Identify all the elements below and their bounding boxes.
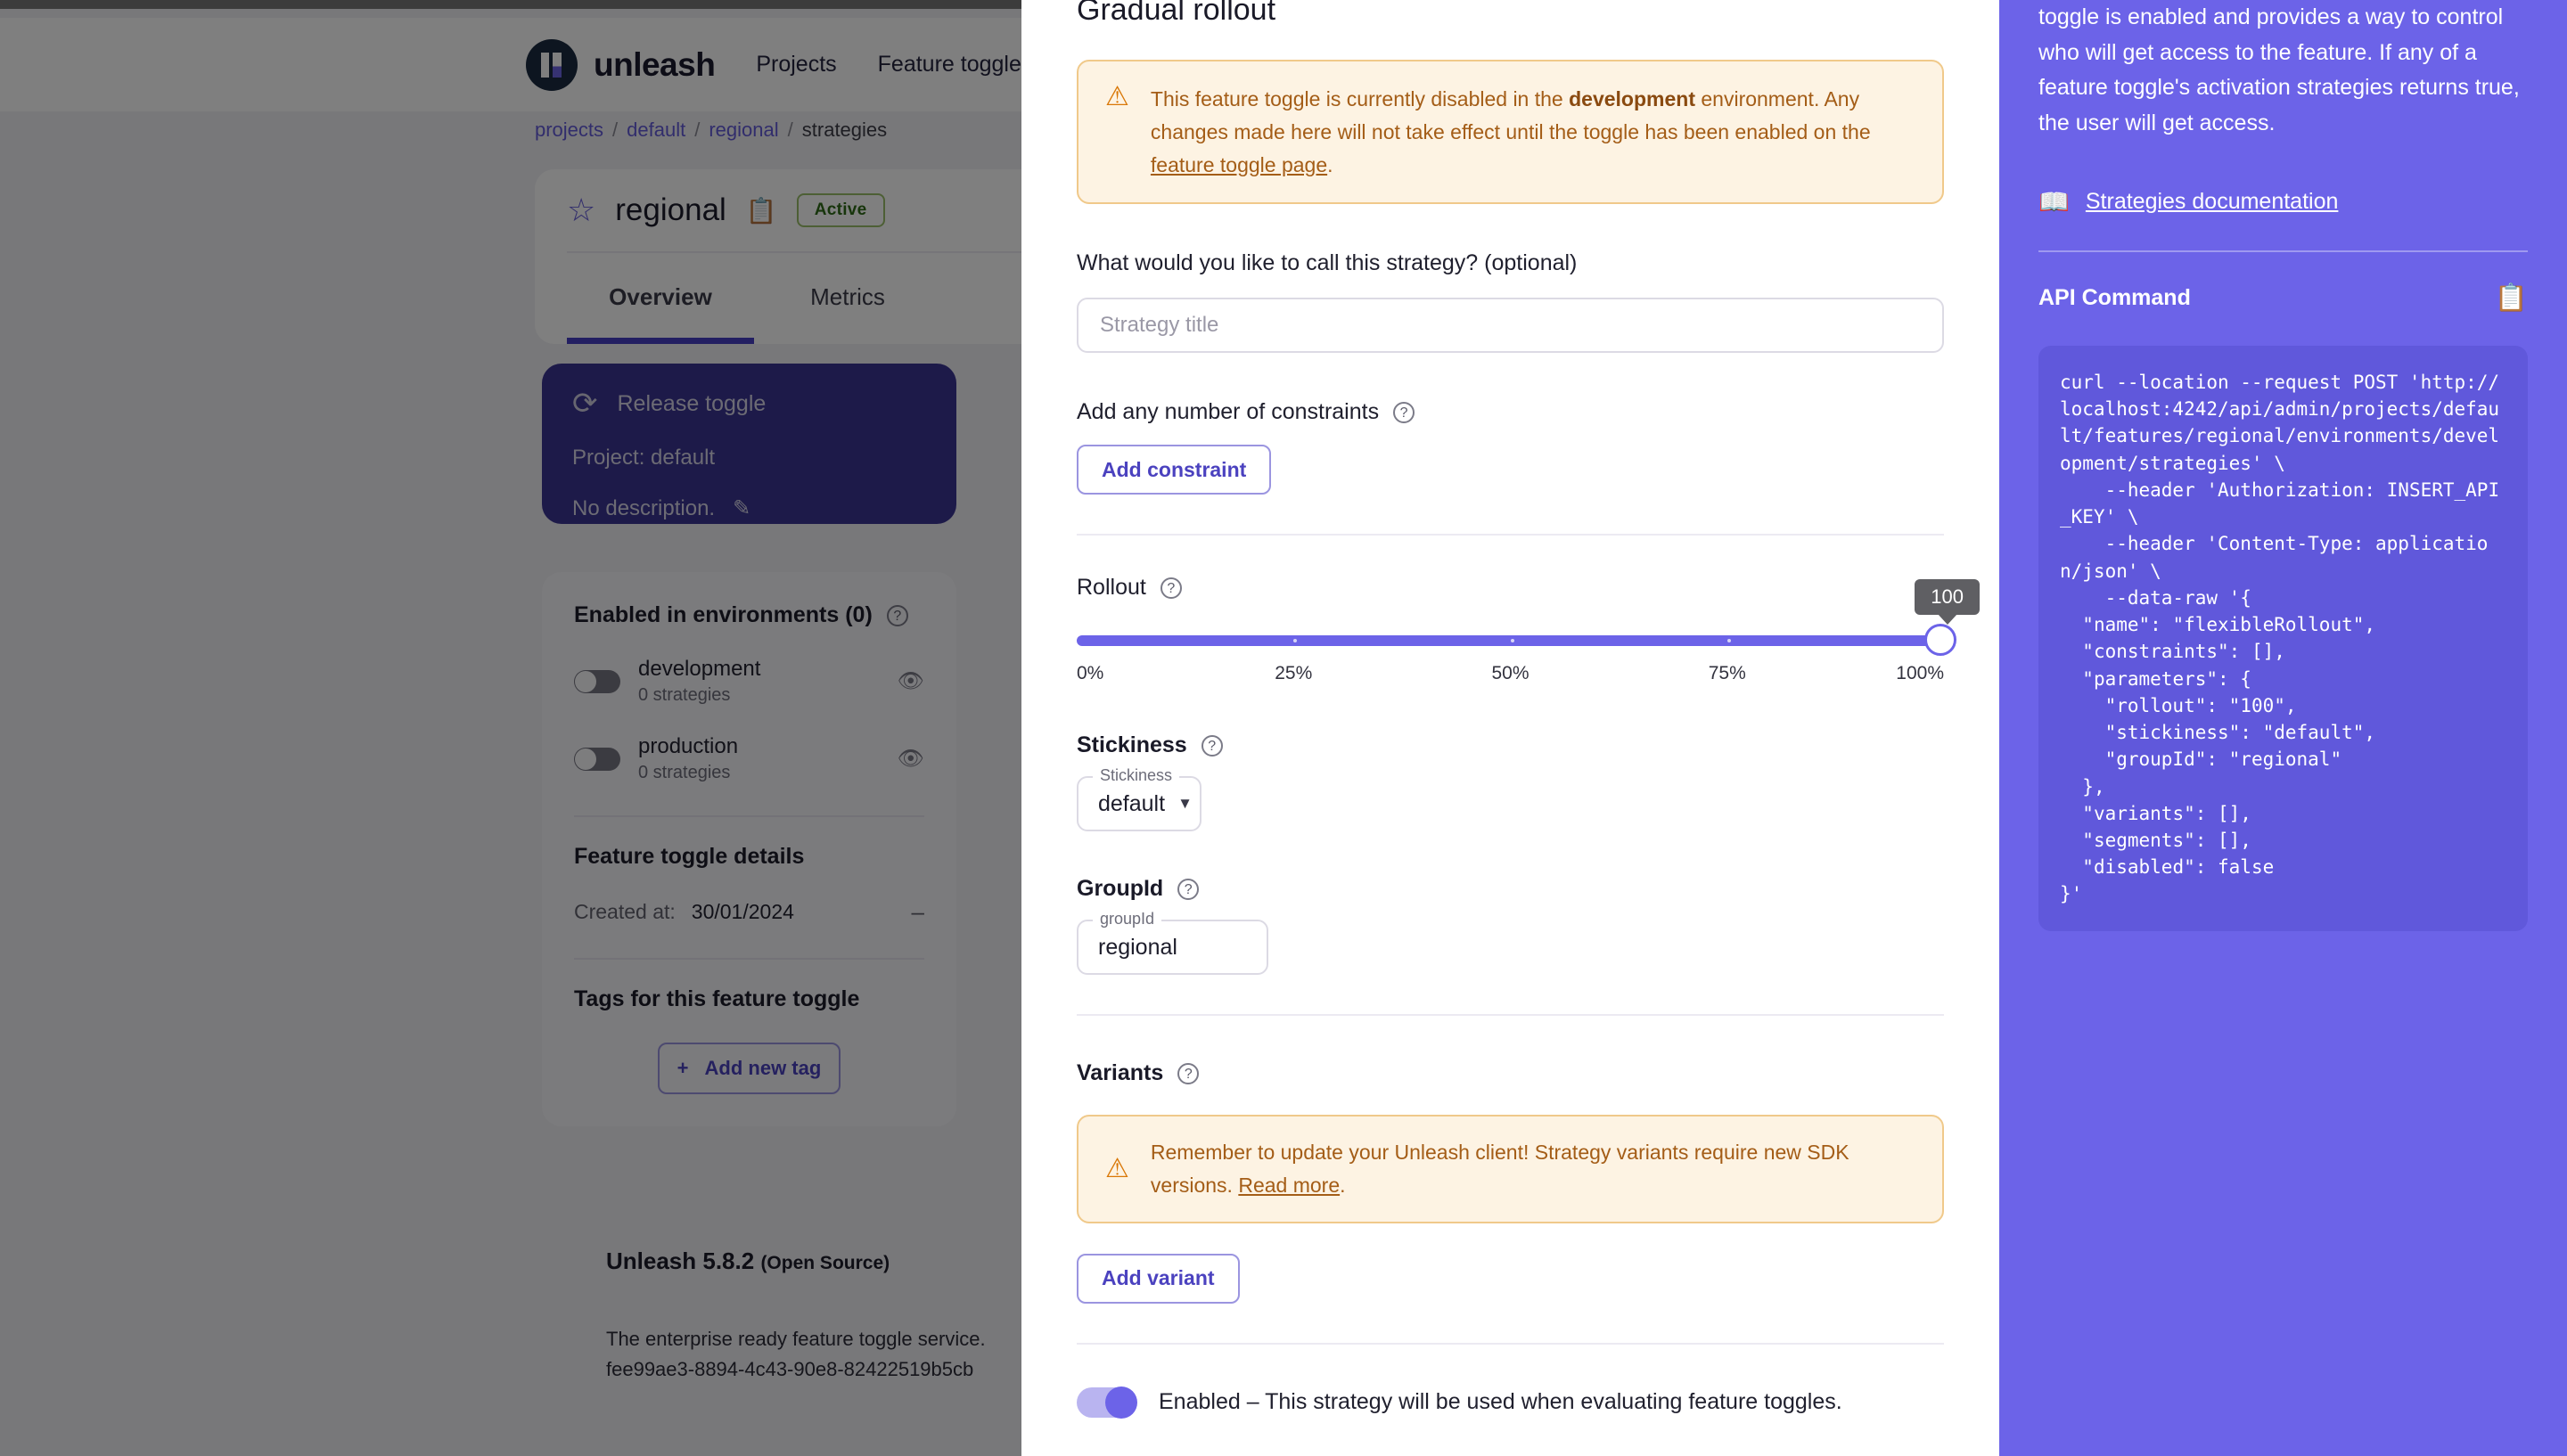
rollout-label: Rollout ?: [1077, 575, 1944, 601]
strategies-documentation-row[interactable]: 📖 Strategies documentation: [2038, 187, 2528, 217]
divider: [1077, 534, 1944, 536]
groupid-label: GroupId ?: [1077, 876, 1944, 902]
strategy-description: toggle is enabled and provides a way to …: [2038, 4, 2520, 135]
enabled-toggle-switch[interactable]: [1077, 1386, 1137, 1419]
slider-scale: 0% 25% 50% 75% 100%: [1077, 663, 1944, 688]
divider: [1077, 1014, 1944, 1017]
read-more-link[interactable]: Read more: [1238, 1174, 1340, 1197]
slider-tick-label-0: 0%: [1077, 663, 1104, 684]
disabled-environment-alert: ⚠ This feature toggle is currently disab…: [1077, 60, 1944, 205]
variants-alert-end: .: [1340, 1174, 1346, 1198]
strategy-info-side-panel: toggle is enabled and provides a way to …: [1999, 0, 2567, 1456]
slider-value-tooltip: 100: [1915, 579, 1980, 616]
warning-triangle-icon: ⚠: [1105, 82, 1129, 111]
add-variant-button[interactable]: Add variant: [1077, 1253, 1240, 1304]
variants-label: Variants ?: [1077, 1060, 1944, 1086]
slider-thumb[interactable]: [1924, 624, 1956, 657]
gradual-rollout-modal: Gradual rollout ⚠ This feature toggle is…: [1021, 0, 2567, 1456]
variants-alert-text: Remember to update your Unleash client! …: [1151, 1136, 1915, 1202]
slider-tick-label-75: 75%: [1708, 663, 1746, 684]
enabled-toggle-label: Enabled – This strategy will be used whe…: [1159, 1389, 1842, 1415]
rollout-label-text: Rollout: [1077, 575, 1146, 601]
stickiness-field-legend: Stickiness: [1093, 766, 1180, 786]
constraints-label: Add any number of constraints ?: [1077, 399, 1944, 425]
chevron-down-icon: ▼: [1177, 795, 1193, 813]
stickiness-select[interactable]: Stickiness default ▼: [1077, 766, 1201, 832]
copy-icon[interactable]: 📋: [2495, 282, 2528, 314]
modal-title: Gradual rollout: [1077, 0, 1276, 27]
warning-triangle-icon: ⚠: [1105, 1154, 1129, 1184]
help-icon[interactable]: ?: [1393, 401, 1415, 423]
slider-tick: [1510, 639, 1514, 643]
divider: [2038, 250, 2528, 252]
help-icon[interactable]: ?: [1160, 577, 1182, 599]
help-icon[interactable]: ?: [1201, 734, 1223, 757]
groupid-value: regional: [1098, 934, 1177, 960]
stickiness-value: default: [1098, 790, 1166, 816]
modal-main-column: Gradual rollout ⚠ This feature toggle is…: [1021, 0, 1999, 1456]
groupid-field[interactable]: groupId regional: [1077, 910, 1268, 976]
enabled-switch-row: Enabled – This strategy will be used whe…: [1077, 1386, 1944, 1419]
rollout-slider[interactable]: 100: [1077, 579, 1980, 657]
add-constraint-button[interactable]: Add constraint: [1077, 445, 1272, 495]
api-command-title: API Command: [2038, 285, 2191, 310]
slider-tick-label-100: 100%: [1896, 663, 1944, 684]
alert-text-before: This feature toggle is currently disable…: [1150, 87, 1570, 110]
groupid-label-text: GroupId: [1077, 876, 1164, 902]
groupid-field-legend: groupId: [1093, 910, 1162, 929]
strategies-documentation-link[interactable]: Strategies documentation: [2086, 189, 2339, 215]
strategy-name-label: What would you like to call this strateg…: [1077, 250, 1578, 276]
variants-label-text: Variants: [1077, 1060, 1164, 1086]
slider-tick-label-25: 25%: [1275, 663, 1313, 684]
variants-sdk-alert: ⚠ Remember to update your Unleash client…: [1077, 1115, 1944, 1223]
help-icon[interactable]: ?: [1177, 1062, 1200, 1084]
help-icon[interactable]: ?: [1177, 878, 1200, 900]
alert-environment: development: [1569, 87, 1695, 110]
book-icon: 📖: [2038, 188, 2070, 216]
alert-text: This feature toggle is currently disable…: [1151, 83, 1915, 181]
feature-toggle-page-link[interactable]: feature toggle page: [1151, 153, 1327, 176]
api-command-code: curl --location --request POST 'http://l…: [2038, 346, 2528, 931]
api-command-header: API Command 📋: [2038, 282, 2528, 314]
stickiness-label-text: Stickiness: [1077, 732, 1187, 758]
divider: [1077, 1342, 1944, 1345]
slider-tick-label-50: 50%: [1491, 663, 1530, 684]
stickiness-label: Stickiness ?: [1077, 732, 1944, 758]
strategy-title-input[interactable]: [1077, 298, 1944, 354]
alert-text-after: .: [1327, 152, 1333, 176]
constraints-label-text: Add any number of constraints: [1077, 399, 1380, 425]
